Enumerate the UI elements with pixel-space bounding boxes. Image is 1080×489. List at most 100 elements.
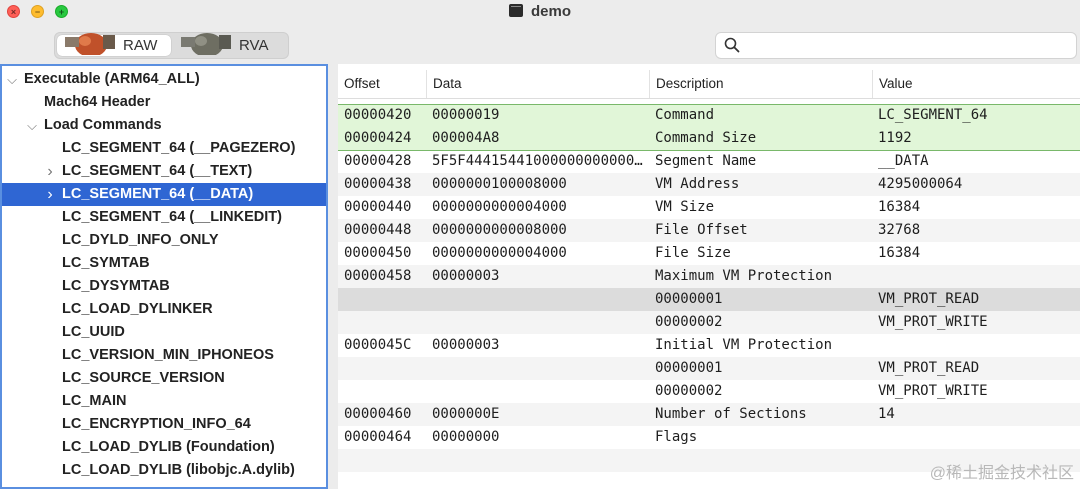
cell-value: VM_PROT_READ <box>878 360 980 376</box>
tree-item[interactable]: › LC_SEGMENT_64 (__DATA) <box>2 183 326 206</box>
cell-offset: 00000440 <box>344 199 412 215</box>
tree-item[interactable]: LC_SYMTAB <box>2 252 326 275</box>
tree-item[interactable]: LC_DYLD_INFO_ONLY <box>2 229 326 252</box>
table-row[interactable]: 00000440 0000000000004000 VM Size 16384 <box>338 196 1080 219</box>
tree-item-label: LC_SEGMENT_64 (__DATA) <box>62 186 254 202</box>
tree-item[interactable]: ⌵ Executable (ARM64_ALL) <box>2 68 326 91</box>
search-input[interactable] <box>746 36 1070 57</box>
raw-mode-button[interactable]: RAW <box>57 33 171 56</box>
cell-value: 14 <box>878 406 895 422</box>
tree-item-label: LC_MAIN <box>62 393 127 409</box>
split-divider[interactable] <box>328 64 338 489</box>
tree-item-label: LC_DYLD_INFO_ONLY <box>62 232 219 248</box>
cell-data: 000004A8 <box>432 130 500 146</box>
rva-apple-icon <box>181 33 231 55</box>
window-title-text: demo <box>530 3 571 20</box>
tree-item-label: LC_LOAD_DYLIB (Foundation) <box>62 439 275 455</box>
tree-item[interactable]: LC_SOURCE_VERSION <box>2 367 326 390</box>
table-row[interactable]: 00000458 00000003 Maximum VM Protection <box>338 265 1080 288</box>
document-icon <box>508 4 523 17</box>
load-commands-tree[interactable]: ⌵ Executable (ARM64_ALL) Mach64 Header ⌵ Loa… <box>0 64 328 489</box>
disclosure-collapsed-icon[interactable]: › <box>44 183 56 206</box>
tree-item-label: Load Commands <box>44 117 162 133</box>
cell-offset: 00000424 <box>344 130 412 146</box>
raw-apple-icon <box>65 33 115 55</box>
tree-item[interactable]: LC_ENCRYPTION_INFO_64 <box>2 413 326 436</box>
column-header-data[interactable]: Data <box>426 70 649 98</box>
table-row[interactable]: 00000448 0000000000008000 File Offset 32768 <box>338 219 1080 242</box>
tree-item[interactable]: LC_UUID <box>2 321 326 344</box>
tree-item[interactable]: LC_MAIN <box>2 390 326 413</box>
tree-item-label: LC_SOURCE_VERSION <box>62 370 225 386</box>
tree-item-label: LC_LOAD_DYLIB (libobjc.A.dylib) <box>62 462 295 478</box>
cell-offset: 0000045C <box>344 337 412 353</box>
cell-description: Command Size <box>655 130 757 146</box>
search-field[interactable] <box>715 32 1077 59</box>
toolbar: RAW RVA <box>0 24 1080 64</box>
cell-description: Command <box>655 107 715 123</box>
cell-value: 16384 <box>878 245 921 261</box>
table-row[interactable]: 00000428 5F5F4441544100000000000000000000… <box>338 150 1080 173</box>
table-row[interactable]: 00000460 0000000E Number of Sections 14 <box>338 403 1080 426</box>
cell-description: Maximum VM Protection <box>655 268 833 284</box>
tree-item[interactable]: LC_VERSION_MIN_IPHONEOS <box>2 344 326 367</box>
cell-offset: 00000450 <box>344 245 412 261</box>
cell-data: 0000000000008000 <box>432 222 567 238</box>
cell-description: Number of Sections <box>655 406 807 422</box>
table-row[interactable]: 0000045C 00000003 Initial VM Protection <box>338 334 1080 357</box>
watermark: @稀土掘金技术社区 <box>929 465 1074 482</box>
cell-data: 0000000000004000 <box>432 245 567 261</box>
cell-data: 00000003 <box>432 268 500 284</box>
table-row[interactable]: 00000002 VM_PROT_WRITE <box>338 311 1080 334</box>
cell-value: 4295000064 <box>878 176 963 192</box>
cell-description: File Size <box>655 245 731 261</box>
disclosure-expanded-icon[interactable]: ⌵ <box>26 114 38 137</box>
table-header: Offset Data Description Value <box>338 70 1080 99</box>
tree-item[interactable]: LC_LOAD_DYLINKER <box>2 298 326 321</box>
cell-offset: 00000458 <box>344 268 412 284</box>
tree-item[interactable]: ⌵ Load Commands <box>2 114 326 137</box>
table-row[interactable]: 00000424 000004A8 Command Size 1192 <box>338 127 1080 150</box>
tree-item-label: LC_SEGMENT_64 (__LINKEDIT) <box>62 209 282 225</box>
rva-label: RVA <box>239 37 269 54</box>
rva-mode-button[interactable]: RVA <box>173 33 287 56</box>
tree-item[interactable]: Mach64 Header <box>2 91 326 114</box>
address-mode-segmented-control: RAW RVA <box>54 32 289 59</box>
cell-offset: 00000428 <box>344 153 412 169</box>
tree-item[interactable]: LC_LOAD_DYLIB (Foundation) <box>2 436 326 459</box>
details-table: Offset Data Description Value 00000420 00… <box>338 64 1080 489</box>
tree-item[interactable]: LC_SEGMENT_64 (__LINKEDIT) <box>2 206 326 229</box>
tree-item[interactable]: LC_SEGMENT_64 (__PAGEZERO) <box>2 137 326 160</box>
column-header-value[interactable]: Value <box>872 70 1080 98</box>
cell-value: VM_PROT_READ <box>878 291 980 307</box>
highlight-separator <box>338 150 1080 151</box>
tree-item-label: LC_ENCRYPTION_INFO_64 <box>62 416 251 432</box>
cell-value: 16384 <box>878 199 921 215</box>
tree-item-label: LC_DYSYMTAB <box>62 278 170 294</box>
table-row[interactable]: 00000464 00000000 Flags <box>338 426 1080 449</box>
cell-description: Initial VM Protection <box>655 337 833 353</box>
tree-item[interactable]: › LC_SEGMENT_64 (__TEXT) <box>2 160 326 183</box>
tree-item-label: Executable (ARM64_ALL) <box>24 71 200 87</box>
cell-offset: 00000464 <box>344 429 412 445</box>
table-row[interactable]: 00000001 VM_PROT_READ <box>338 288 1080 311</box>
column-header-offset[interactable]: Offset <box>338 70 426 98</box>
cell-value: 1192 <box>878 130 912 146</box>
table-row[interactable]: 00000438 0000000100008000 VM Address 429500… <box>338 173 1080 196</box>
cell-data: 0000000E <box>432 406 500 422</box>
tree-item[interactable]: LC_LOAD_DYLIB (libobjc.A.dylib) <box>2 459 326 482</box>
cell-data: 0000000100008000 <box>432 176 567 192</box>
table-row[interactable]: 00000002 VM_PROT_WRITE <box>338 380 1080 403</box>
cell-value: VM_PROT_WRITE <box>878 314 988 330</box>
column-header-description[interactable]: Description <box>649 70 872 98</box>
cell-description: VM Size <box>655 199 715 215</box>
title-bar: × − + demo <box>0 0 1080 24</box>
table-row[interactable]: 00000420 00000019 Command LC_SEGMENT_64 <box>338 104 1080 127</box>
table-row[interactable]: 00000450 0000000000004000 File Size 16384 <box>338 242 1080 265</box>
disclosure-expanded-icon[interactable]: ⌵ <box>6 68 18 91</box>
cell-offset: 00000438 <box>344 176 412 192</box>
table-row[interactable]: 00000001 VM_PROT_READ <box>338 357 1080 380</box>
disclosure-collapsed-icon[interactable]: › <box>44 160 56 183</box>
tree-item-label: LC_SEGMENT_64 (__TEXT) <box>62 163 253 179</box>
tree-item[interactable]: LC_DYSYMTAB <box>2 275 326 298</box>
